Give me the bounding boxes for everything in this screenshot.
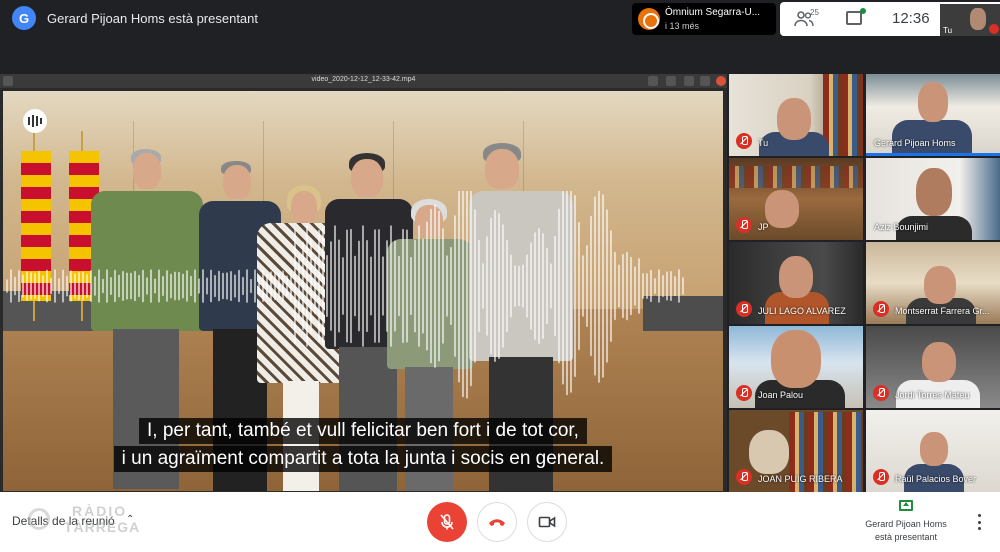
audio-waveform [6,191,684,399]
participant-tile-raul[interactable]: Raül Palacios Bover [866,410,1000,492]
top-right-panel: 25 12:36 Tu [780,2,1000,36]
participant-tile-gerard[interactable]: Gerard Pijoan Homs [866,74,1000,156]
maximize-icon[interactable] [700,76,710,86]
camera-toggle-button[interactable] [527,502,567,542]
participant-tile-aziz[interactable]: Aziz Bounjimi [866,158,1000,240]
menu-icon[interactable] [666,76,676,86]
muted-mic-icon [873,469,889,485]
muted-mic-icon [873,385,889,401]
video-frame[interactable]: I, per tant, també et vull felicitar ben… [3,91,723,491]
participant-tile-tu[interactable]: Tu [729,74,863,156]
chat-icon[interactable] [846,11,862,25]
participant-grid: Tu Gerard Pijoan Homs JP Aziz Bounjimi J… [729,74,1000,492]
participant-tile-joan-puig[interactable]: JOAN PUIG RIBERA [729,410,863,492]
join-notification[interactable]: Òmnium Segarra-U... i 13 més [632,3,776,35]
active-speaker-indicator [866,153,1000,156]
presenting-status: està presentant [874,532,938,542]
subtitle-line-2: i un agraïment compartit a tota la junta… [113,446,613,472]
top-bar: G Gerard Pijoan Homs està presentant Òmn… [0,0,1000,36]
subtitles: I, per tant, també et vull felicitar ben… [3,418,723,474]
muted-mic-icon [736,301,752,317]
muted-mic-icon [736,133,752,149]
participant-name: Aziz Bounjimi [874,222,929,232]
radio-tarrega-watermark: RÀDIO TÀRREGA [24,500,154,540]
participant-name: Raül Palacios Bover [895,474,977,484]
participant-name: JOAN PUIG RIBERA [758,474,843,484]
participant-tile-jp[interactable]: JP [729,158,863,240]
participant-tile-jordi[interactable]: Jordi Torres Mateu [866,326,1000,408]
video-filename: video_2020-12-12_12-33-42.mp4 [311,76,416,83]
hang-up-icon [489,519,505,526]
watermark-logo-icon [28,508,50,530]
close-icon[interactable] [716,76,726,86]
presenter-avatar: G [12,6,36,30]
leave-call-button[interactable] [477,502,517,542]
participant-name: JP [758,222,769,232]
participant-name: Montserrat Farrera Gr... [895,306,990,316]
muted-mic-icon [736,217,752,233]
present-screen-icon[interactable] [899,500,913,511]
muted-mic-icon [873,301,889,317]
presenting-name[interactable]: Gerard Pijoan Homs [846,519,966,529]
presenter-banner: Gerard Pijoan Homs està presentant [47,11,258,26]
subtitle-line-1: I, per tant, també et vull felicitar ben… [139,418,587,444]
bottom-bar: Detalls de la reunió ⌃ RÀDIO TÀRREGA Ger… [0,492,1000,552]
participant-name: Jordi Torres Mateu [895,390,970,400]
muted-mic-icon [736,385,752,401]
meet-call-window: G Gerard Pijoan Homs està presentant Òmn… [0,0,1000,552]
participant-tile-juli[interactable]: JULI LAGO ALVAREZ [729,242,863,324]
self-view-thumbnail[interactable]: Tu [940,4,1000,36]
muted-mic-icon [989,24,999,34]
watermark-top-text: RÀDIO [72,503,128,519]
participant-name: Gerard Pijoan Homs [874,138,956,148]
participant-name: JULI LAGO ALVAREZ [758,306,846,316]
presentation-window: video_2020-12-12_12-33-42.mp4 I, per tan… [0,74,727,492]
watermark-bottom-text: TÀRREGA [64,519,141,535]
notification-subtitle: i 13 més [665,21,700,31]
participant-count: 25 [810,8,819,17]
mic-off-icon [440,514,454,530]
live-audio-icon [23,109,47,133]
self-view-label: Tu [943,26,953,35]
minimize-icon[interactable] [684,76,694,86]
pip-icon[interactable] [648,76,658,86]
self-view-face [970,8,986,30]
participant-avatar-icon [638,8,660,30]
camera-icon [538,516,556,528]
more-options-icon[interactable] [975,514,983,530]
mute-toggle-button[interactable] [427,502,467,542]
participant-tile-joan-palou[interactable]: Joan Palou [729,326,863,408]
muted-mic-icon [736,469,752,485]
participant-tile-montserrat[interactable]: Montserrat Farrera Gr... [866,242,1000,324]
player-titlebar: video_2020-12-12_12-33-42.mp4 [0,74,727,88]
chat-unread-dot [860,8,866,14]
clock: 12:36 [892,10,930,27]
notification-title: Òmnium Segarra-U... [665,7,761,18]
participant-name: Tu [758,138,769,148]
participant-name: Joan Palou [758,390,804,400]
